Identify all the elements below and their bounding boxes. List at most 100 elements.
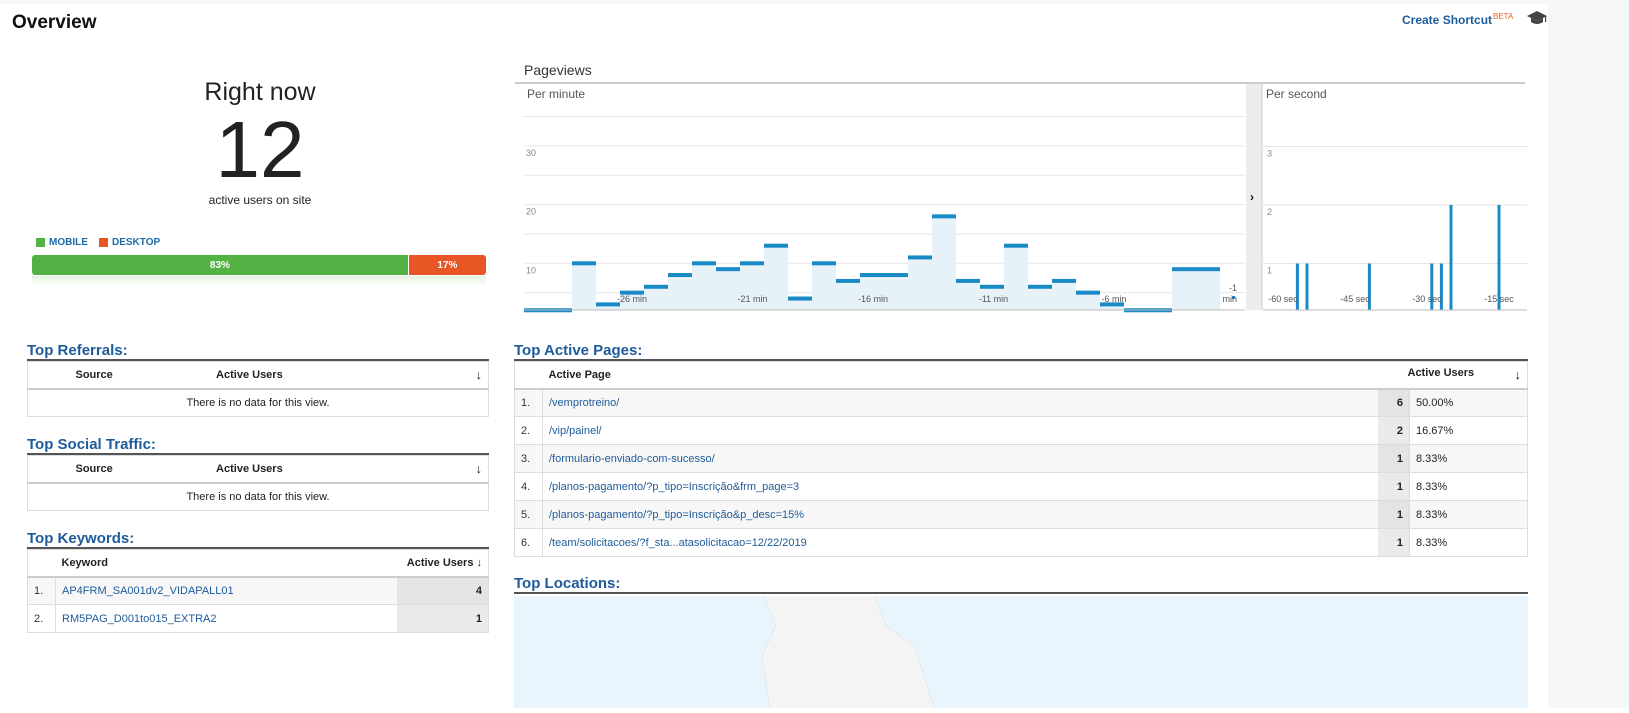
- sort-arrow-icon[interactable]: ↓: [434, 455, 489, 484]
- col-active-users[interactable]: Active Users: [210, 455, 435, 484]
- active-users-percent: 8.33%: [1409, 472, 1528, 501]
- page-link[interactable]: /vip/painel/: [549, 425, 602, 437]
- col-keyword[interactable]: Keyword: [55, 549, 397, 578]
- graduation-cap-icon[interactable]: [1526, 10, 1548, 26]
- col-source[interactable]: Source: [69, 455, 211, 484]
- col-active-users[interactable]: Active Users ↓: [396, 549, 489, 578]
- mobile-swatch: [36, 238, 45, 247]
- bar-fill: [668, 275, 692, 310]
- bar-fill: [836, 280, 860, 310]
- keyword-link[interactable]: AP4FRM_SA001dv2_VIDAPALL01: [62, 585, 234, 597]
- col-active-page[interactable]: Active Page: [542, 361, 1378, 390]
- page-link[interactable]: /team/solicitacoes/?f_sta...atasolicitac…: [549, 537, 807, 549]
- locations-map[interactable]: [514, 595, 1528, 709]
- active-users-caption: active users on site: [208, 193, 312, 207]
- x-tick-label: -60 sec: [1268, 294, 1298, 304]
- x-tick-label: -1: [1229, 283, 1237, 293]
- legend-mobile: MOBILE: [36, 237, 88, 248]
- active-users-percent: 50.00%: [1409, 388, 1528, 417]
- bar: [932, 214, 956, 219]
- desktop-segment: 17%: [408, 255, 486, 275]
- sort-arrow-icon: ↓: [1514, 367, 1522, 383]
- active-pages-table: Active Page Active Users ↓ 1./vemprotrein…: [514, 361, 1528, 557]
- beta-badge: BETA: [1493, 12, 1514, 21]
- row-number: 1.: [514, 388, 543, 417]
- col-active-users[interactable]: Active Users: [210, 361, 435, 390]
- bar: [692, 261, 716, 266]
- active-users-value: 1: [1377, 500, 1410, 529]
- page-link[interactable]: /vemprotreino/: [549, 397, 619, 409]
- bar: [1305, 263, 1309, 310]
- mobile-segment: 83%: [32, 255, 409, 275]
- col-label: Active Users: [406, 556, 474, 569]
- row-number: 4.: [514, 472, 543, 501]
- keyword-link[interactable]: RM5PAG_D001to015_EXTRA2: [62, 613, 217, 625]
- active-users-percent: 8.33%: [1409, 444, 1528, 473]
- bar: [764, 243, 788, 248]
- empty-message: There is no data for this view.: [27, 388, 489, 417]
- bar: [908, 255, 932, 260]
- bar-fill: [1052, 280, 1076, 310]
- bar: [956, 278, 980, 283]
- bar: [884, 273, 908, 278]
- keywords-table: Keyword Active Users ↓ 1. AP4FRM_SA001dv2_…: [27, 549, 489, 633]
- sort-arrow-icon[interactable]: ↓: [434, 361, 489, 390]
- bar-fill: [812, 263, 836, 310]
- page-link[interactable]: /planos-pagamento/?p_tipo=Inscrição&p_de…: [549, 509, 804, 521]
- pageviews-charts: 102030Per minute-26 min -21 min -16 min -11…: [524, 84, 1527, 313]
- bar-fill: [644, 286, 668, 310]
- page-title: Overview: [12, 12, 97, 33]
- col-source[interactable]: Source: [69, 361, 211, 390]
- y-tick-label: 2: [1267, 207, 1272, 217]
- pageviews-title: Pageviews: [524, 62, 592, 78]
- active-users-value: 1: [1377, 528, 1410, 557]
- x-tick-label: -21 min: [737, 294, 767, 304]
- x-tick-label: -15 sec: [1484, 294, 1514, 304]
- top-pages-title: Top Active Pages:: [514, 342, 643, 359]
- per-second-title: Per second: [1266, 87, 1327, 101]
- top-keywords-title: Top Keywords:: [27, 530, 135, 547]
- row-number: 6.: [514, 528, 543, 557]
- chevron-right-icon: ›: [1250, 190, 1254, 204]
- bar-fill: [1076, 292, 1100, 310]
- bar-fill: [956, 280, 980, 310]
- table-row: 2. RM5PAG_D001to015_EXTRA2 1: [27, 604, 489, 633]
- page-link[interactable]: /formulario-enviado-com-sucesso/: [549, 453, 715, 465]
- row-number: 2.: [514, 416, 543, 445]
- right-gutter: [1548, 0, 1629, 708]
- table-row: 5. /planos-pagamento/?p_tipo=Inscrição&p_…: [514, 500, 1528, 529]
- active-users-percent: 8.33%: [1409, 500, 1528, 529]
- y-tick-label: 3: [1267, 149, 1272, 159]
- row-number: 1.: [27, 576, 56, 605]
- table-row: 2. /vip/painel/2 16.67%: [514, 416, 1528, 445]
- row-number: 2.: [27, 604, 56, 633]
- y-tick-label: 1: [1267, 266, 1272, 276]
- bar: [1196, 267, 1220, 272]
- x-tick-label: -45 sec: [1340, 294, 1370, 304]
- bar-fill: [860, 275, 884, 310]
- col-active-users[interactable]: Active Users ↓: [1377, 361, 1528, 390]
- row-number: 3.: [514, 444, 543, 473]
- bar: [1052, 278, 1076, 283]
- top-locations-title: Top Locations:: [514, 575, 621, 592]
- bar: [860, 273, 884, 278]
- active-users-value: 4: [396, 576, 489, 605]
- bar-fill: [932, 216, 956, 310]
- page-link[interactable]: /planos-pagamento/?p_tipo=Inscrição&frm_…: [549, 481, 799, 493]
- bar: [980, 284, 1004, 289]
- device-split-bar: 83% 17%: [32, 255, 486, 275]
- col-label: Active Users: [1407, 367, 1475, 380]
- desktop-swatch: [99, 238, 108, 247]
- bar-fill: [716, 269, 740, 310]
- x-tick-label: -26 min: [617, 294, 647, 304]
- create-shortcut-link[interactable]: Create Shortcut: [1402, 13, 1492, 27]
- bar: [1004, 243, 1028, 248]
- bar: [572, 261, 596, 266]
- referrals-table: Source Active Users ↓ There is no data for…: [27, 361, 489, 417]
- table-row: 1. /vemprotreino/6 50.00%: [514, 388, 1528, 417]
- y-tick-label: 10: [526, 265, 536, 275]
- social-table: Source Active Users ↓ There is no data for…: [27, 455, 489, 511]
- x-tick-label: -30 sec: [1412, 294, 1442, 304]
- sort-arrow-icon: ↓: [476, 556, 483, 569]
- bar: [788, 296, 812, 301]
